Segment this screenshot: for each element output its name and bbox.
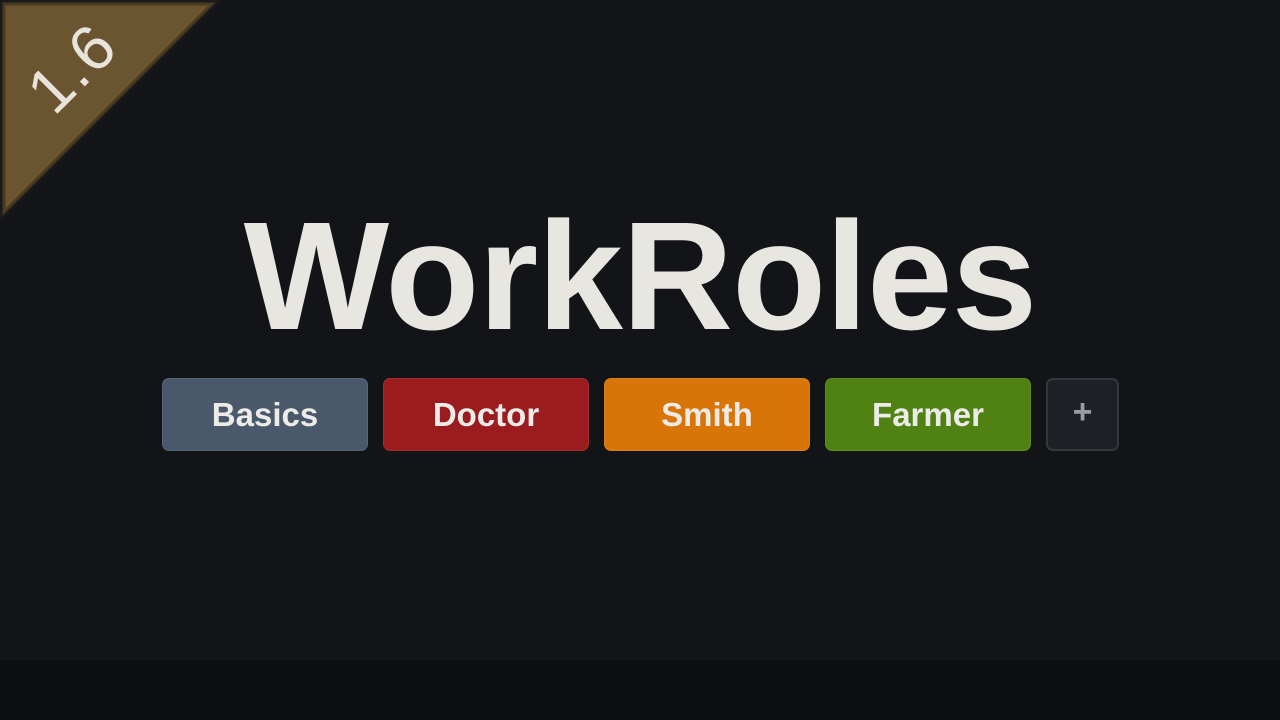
page: 1.6 WorkRoles Basics Doctor Smith Farmer… [0, 0, 1280, 720]
version-badge: 1.6 [0, 0, 222, 222]
page-title: WorkRoles [243, 190, 1038, 362]
role-button-farmer[interactable]: Farmer [825, 378, 1031, 451]
version-badge-corner [0, 0, 222, 222]
role-button-doctor[interactable]: Doctor [383, 378, 589, 451]
bottom-band [0, 660, 1280, 720]
role-button-row: Basics Doctor Smith Farmer + [162, 378, 1119, 451]
add-role-button[interactable]: + [1046, 378, 1119, 451]
plus-icon: + [1072, 392, 1093, 431]
role-button-basics[interactable]: Basics [162, 378, 368, 451]
role-button-smith[interactable]: Smith [604, 378, 810, 451]
